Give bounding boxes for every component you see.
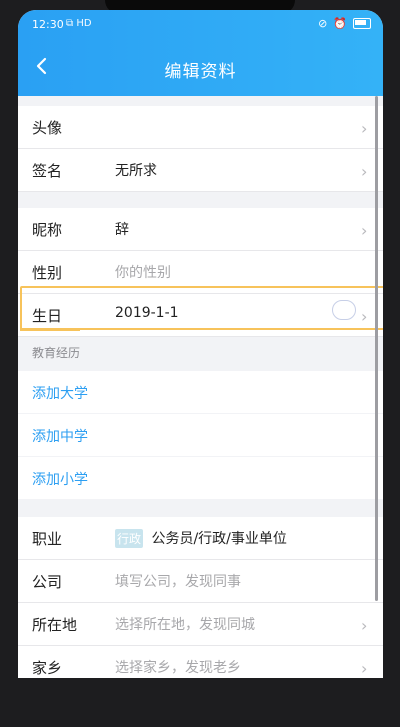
phone-screen: 12:30 ⧉ HD ⊘ ⏰ 编辑资料 头像 › 签名 无所求 › 昵称 辞 ›… [18,10,383,678]
hometown-label: 家乡 [32,659,63,677]
page-title: 编辑资料 [164,62,237,82]
job-label: 职业 [32,530,63,548]
location-label: 所在地 [32,616,78,634]
nickname-row[interactable]: 昵称 辞 › [18,208,383,251]
alarm-icon: ⏰ [333,17,347,30]
add-middle-school-row[interactable]: 添加中学 [18,414,383,456]
battery-icon [353,18,371,29]
avatar-row[interactable]: 头像 › [18,106,383,149]
location-placeholder: 选择所在地，发现同城 [115,617,255,633]
add-university-link[interactable]: 添加大学 [32,383,88,403]
status-signal: ⧉ HD [66,18,92,29]
chevron-right-icon: › [361,616,368,635]
status-time: 12:30 [32,18,64,31]
company-placeholder: 填写公司，发现同事 [115,574,241,590]
add-middle-school-link[interactable]: 添加中学 [32,426,88,446]
chevron-right-icon: › [361,221,368,240]
chevron-right-icon: › [361,659,368,678]
job-value: 公务员/行政/事业单位 [151,531,287,547]
education-section-label: 教育经历 [32,346,81,360]
hometown-placeholder: 选择家乡，发现老乡 [115,660,241,676]
job-value-wrap: 行政 公务员/行政/事业单位 [115,528,287,548]
gender-label: 性别 [32,264,63,282]
header: 编辑资料 [18,40,383,96]
signal-icon: ⧉ [66,18,74,29]
status-hd: HD [76,18,92,29]
hometown-row[interactable]: 家乡 选择家乡，发现老乡 › [18,646,383,678]
chevron-right-icon: › [361,162,368,181]
add-university-row[interactable]: 添加大学 [18,371,383,413]
gender-placeholder: 你的性别 [115,265,171,281]
signature-row[interactable]: 签名 无所求 › [18,149,383,192]
company-label: 公司 [32,573,63,591]
scrollbar[interactable] [375,96,378,601]
nickname-highlight-frame [20,286,383,330]
avatar-label: 头像 [32,119,63,137]
touch-indicator [332,300,356,320]
chevron-right-icon: › [361,119,368,138]
profile-content[interactable]: 头像 › 签名 无所求 › 昵称 辞 › 性别 你的性别 生日 2019-1-1… [18,96,383,678]
signature-label: 签名 [32,162,63,180]
signature-value: 无所求 [115,163,157,179]
company-row[interactable]: 公司 填写公司，发现同事 [18,560,383,603]
status-bar: 12:30 ⧉ HD ⊘ ⏰ [18,10,383,40]
add-primary-school-row[interactable]: 添加小学 [18,457,383,499]
highlight-underline [20,328,80,331]
add-primary-school-link[interactable]: 添加小学 [32,469,88,489]
location-row[interactable]: 所在地 选择所在地，发现同城 › [18,603,383,646]
job-row[interactable]: 职业 行政 公务员/行政/事业单位 [18,517,383,560]
status-right: ⊘ ⏰ [318,17,371,30]
nickname-label: 昵称 [32,221,63,239]
nickname-value: 辞 [115,222,129,238]
job-badge: 行政 [115,529,144,548]
silent-icon: ⊘ [318,17,328,30]
